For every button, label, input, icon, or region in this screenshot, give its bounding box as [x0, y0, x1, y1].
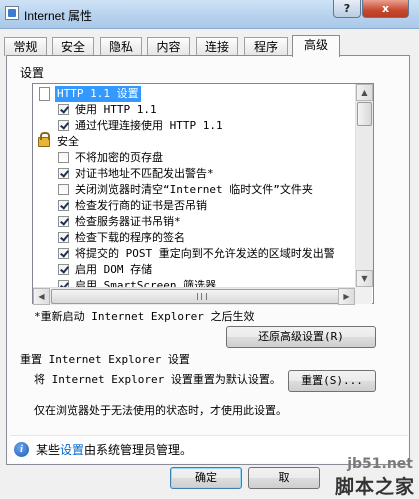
- reset-heading: 重置 Internet Explorer 设置: [20, 353, 190, 366]
- tree-item-label: 检查服务器证书吊销*: [75, 215, 181, 228]
- checkbox[interactable]: [58, 216, 69, 227]
- managed-suffix: 由系统管理员管理。: [84, 443, 193, 457]
- checkbox[interactable]: [58, 184, 69, 195]
- reset-description: 将 Internet Explorer 设置重置为默认设置。: [34, 373, 281, 386]
- horizontal-scrollbar[interactable]: ◀ ▶: [33, 287, 355, 305]
- tree-item-label: 检查下载的程序的签名: [75, 231, 185, 244]
- checkbox[interactable]: [58, 152, 69, 163]
- tree-item-label: 关闭浏览器时清空“Internet 临时文件”文件夹: [75, 183, 313, 196]
- reset-note: 仅在浏览器处于无法使用的状态时，才使用此设置。: [34, 404, 287, 417]
- help-button[interactable]: ?: [333, 0, 361, 18]
- tree-item-label: 不将加密的页存盘: [75, 151, 163, 164]
- settings-link[interactable]: 设置: [60, 443, 84, 457]
- scroll-down-icon[interactable]: ▼: [356, 270, 373, 287]
- vertical-scrollbar[interactable]: ▲ ▼: [355, 84, 373, 287]
- page-icon: [39, 87, 50, 101]
- title-bar[interactable]: Internet 属性 ? x: [0, 0, 419, 29]
- tree-item-label: HTTP 1.1 设置: [55, 86, 141, 102]
- settings-tree[interactable]: HTTP 1.1 设置 使用 HTTP 1.1 通过代理连接使用 HTTP 1.…: [32, 83, 374, 304]
- tree-item-label: 启用 DOM 存储: [75, 263, 153, 276]
- tree-item-label: 将提交的 POST 重定向到不允许发送的区域时发出警: [75, 247, 335, 260]
- tab-programs[interactable]: 程序: [244, 37, 288, 56]
- checkbox[interactable]: [58, 248, 69, 259]
- grip-icon: [197, 293, 207, 300]
- window-title: Internet 属性: [24, 9, 93, 23]
- lock-icon: [38, 132, 50, 147]
- tree-item-label: 检查发行商的证书是否吊销: [75, 199, 207, 212]
- watermark: jb51.net 脚本之家: [304, 454, 419, 498]
- close-button[interactable]: x: [362, 0, 409, 18]
- managed-settings-text: 某些设置由系统管理员管理。: [36, 441, 192, 458]
- horizontal-scroll-thumb[interactable]: [51, 289, 351, 304]
- settings-group-label: 设置: [20, 66, 45, 80]
- tab-general[interactable]: 常规: [4, 37, 47, 56]
- watermark-brand: 脚本之家: [334, 476, 415, 498]
- managed-prefix: 某些: [36, 443, 61, 457]
- checkbox[interactable]: [58, 200, 69, 211]
- tree-item-label: 对证书地址不匹配发出警告*: [75, 167, 214, 180]
- vertical-scroll-thumb[interactable]: [357, 102, 372, 126]
- checkbox[interactable]: [58, 120, 69, 131]
- ok-button[interactable]: 确定: [170, 467, 242, 489]
- scroll-right-icon[interactable]: ▶: [338, 288, 355, 305]
- tab-connections[interactable]: 连接: [196, 37, 238, 56]
- info-icon: i: [14, 442, 29, 457]
- tree-item-label: 安全: [57, 135, 79, 148]
- scroll-up-icon[interactable]: ▲: [356, 84, 373, 101]
- reset-button[interactable]: 重置(S)...: [288, 370, 376, 392]
- restart-note: *重新启动 Internet Explorer 之后生效: [34, 310, 255, 323]
- tree-item-label: 使用 HTTP 1.1: [75, 103, 157, 116]
- checkbox[interactable]: [58, 104, 69, 115]
- scrollbar-corner: [355, 287, 372, 304]
- tab-content[interactable]: 内容: [147, 37, 190, 56]
- tree-item-label: 通过代理连接使用 HTTP 1.1: [75, 119, 223, 132]
- checkbox[interactable]: [58, 232, 69, 243]
- scroll-left-icon[interactable]: ◀: [33, 288, 50, 305]
- restore-advanced-button[interactable]: 还原高级设置(R): [226, 326, 376, 348]
- checkbox[interactable]: [58, 168, 69, 179]
- checkbox[interactable]: [58, 264, 69, 275]
- watermark-site: jb51.net: [347, 456, 413, 472]
- tab-privacy[interactable]: 隐私: [100, 37, 142, 56]
- internet-options-icon: [5, 6, 19, 20]
- tab-security[interactable]: 安全: [52, 37, 94, 56]
- tab-advanced[interactable]: 高级: [292, 35, 340, 57]
